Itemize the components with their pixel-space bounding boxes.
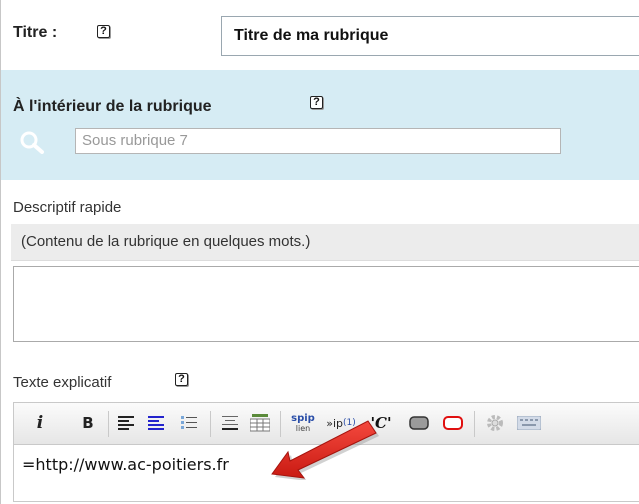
heading-icon[interactable]: [146, 410, 166, 436]
parent-rubrique-section: À l'intérieur de la rubrique ? Sous rubr…: [0, 70, 639, 180]
descriptif-section: Descriptif rapide (Contenu de la rubriqu…: [0, 180, 639, 356]
title-input[interactable]: Titre de ma rubrique: [221, 16, 639, 56]
descriptif-hint: (Contenu de la rubrique en quelques mots…: [11, 224, 639, 261]
align-center-icon[interactable]: [220, 410, 240, 436]
parent-rubrique-label: À l'intérieur de la rubrique: [13, 98, 212, 115]
cadre-box-icon[interactable]: [440, 410, 466, 436]
title-help-icon[interactable]: ?: [97, 25, 110, 38]
toolbar-separator: [210, 411, 211, 437]
parent-rubrique-help-icon[interactable]: ?: [310, 96, 323, 109]
toolbar-separator: [108, 411, 109, 437]
toolbar-separator: [474, 411, 475, 437]
list-icon[interactable]: [179, 410, 199, 436]
code-box-icon[interactable]: [406, 410, 432, 436]
parent-rubrique-input[interactable]: Sous rubrique 7: [75, 128, 561, 154]
texte-help-icon[interactable]: ?: [175, 373, 188, 386]
texte-label: Texte explicatif: [13, 374, 112, 391]
title-section: Titre : ? Titre de ma rubrique: [0, 0, 639, 70]
red-arrow-annotation: [271, 420, 379, 480]
descriptif-textarea[interactable]: [13, 266, 639, 342]
gear-icon[interactable]: [482, 410, 508, 436]
italic-button[interactable]: i: [30, 410, 50, 436]
descriptif-label: Descriptif rapide: [13, 199, 122, 216]
search-icon[interactable]: [19, 130, 45, 154]
align-left-icon[interactable]: [116, 410, 136, 436]
bold-button[interactable]: B: [78, 410, 98, 436]
keyboard-icon[interactable]: [514, 410, 544, 436]
title-label: Titre :: [13, 24, 58, 41]
descriptif-hint-text: (Contenu de la rubrique en quelques mots…: [21, 233, 311, 250]
